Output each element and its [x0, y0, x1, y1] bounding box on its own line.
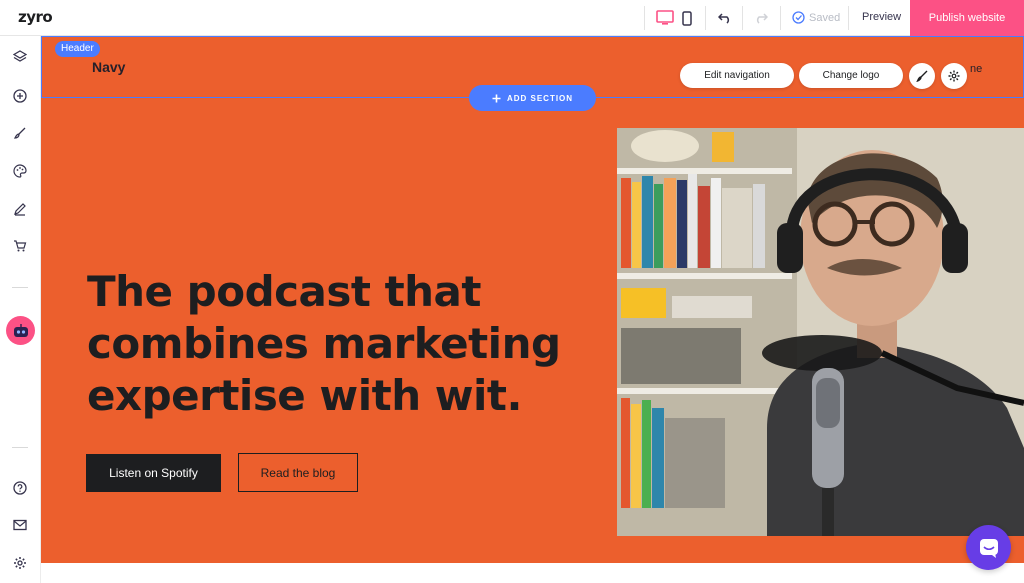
cart-icon[interactable] — [11, 237, 29, 255]
toolbar-divider — [742, 6, 743, 30]
style-brush-icon[interactable] — [909, 63, 935, 89]
site-brand-logo[interactable]: Navy — [92, 59, 125, 75]
add-element-icon[interactable] — [11, 87, 29, 105]
mail-icon[interactable] — [11, 516, 29, 534]
change-logo-button[interactable]: Change logo — [799, 63, 903, 88]
settings-gear-icon[interactable] — [11, 554, 29, 572]
pen-icon[interactable] — [11, 200, 29, 218]
toolbar-divider — [780, 6, 781, 30]
saved-status: Saved — [792, 11, 840, 24]
ai-assistant-icon[interactable] — [6, 316, 35, 345]
add-section-label: ADD SECTION — [506, 93, 574, 103]
hero-section[interactable]: The podcast that combines marketing expe… — [41, 98, 1024, 563]
top-toolbar: zyro Saved Preview Publish website — [0, 0, 1024, 36]
brush-icon[interactable] — [11, 124, 29, 142]
mobile-view-icon[interactable] — [678, 9, 696, 27]
desktop-view-icon[interactable] — [656, 9, 674, 27]
redo-icon[interactable] — [752, 9, 770, 27]
plus-icon — [492, 94, 501, 102]
layers-icon[interactable] — [11, 48, 29, 66]
chat-icon — [979, 538, 998, 558]
read-the-blog-button[interactable]: Read the blog — [238, 453, 358, 492]
hero-headline[interactable]: The podcast that combines marketing expe… — [87, 266, 587, 422]
sidebar-divider — [12, 287, 28, 288]
toolbar-divider — [644, 6, 645, 30]
hero-image[interactable] — [617, 128, 1024, 536]
editor-canvas: The podcast that combines marketing expe… — [41, 36, 1024, 583]
left-sidebar — [0, 36, 41, 583]
publish-website-button[interactable]: Publish website — [910, 0, 1024, 36]
toolbar-divider — [848, 6, 849, 30]
add-section-button[interactable]: ADD SECTION — [469, 85, 596, 111]
nav-link-peek[interactable]: ne — [970, 63, 982, 75]
saved-check-icon — [792, 11, 805, 24]
chat-support-button[interactable] — [966, 525, 1011, 570]
zyro-logo[interactable]: zyro — [18, 8, 53, 26]
saved-label: Saved — [809, 11, 841, 24]
undo-icon[interactable] — [716, 9, 734, 27]
listen-on-spotify-button[interactable]: Listen on Spotify — [86, 454, 221, 492]
header-settings-icon[interactable] — [941, 63, 967, 89]
edit-navigation-button[interactable]: Edit navigation — [680, 63, 794, 88]
header-section-tag: Header — [55, 41, 100, 57]
sidebar-divider — [12, 447, 28, 448]
palette-icon[interactable] — [11, 162, 29, 180]
preview-button[interactable]: Preview — [862, 11, 901, 23]
toolbar-divider — [705, 6, 706, 30]
help-icon[interactable] — [11, 479, 29, 497]
